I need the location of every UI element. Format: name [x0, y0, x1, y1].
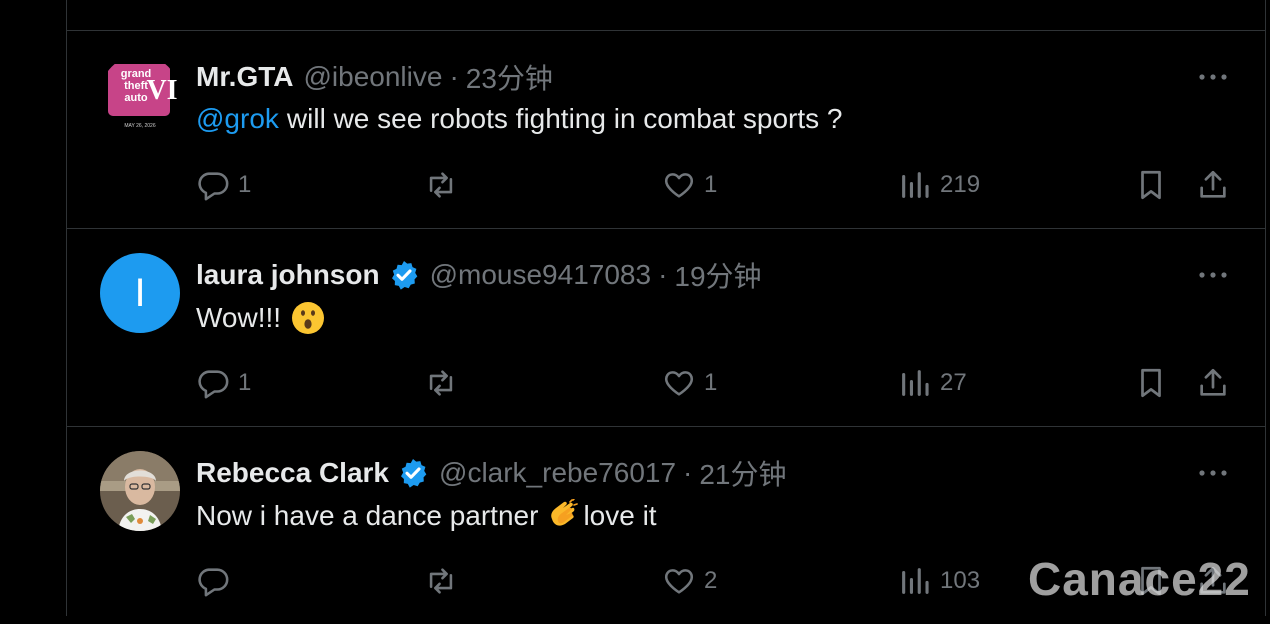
more-icon[interactable]: [1197, 269, 1229, 281]
avatar[interactable]: grand theft auto VI MAY 26, 2026: [100, 55, 180, 135]
views-button[interactable]: 219: [898, 167, 980, 203]
bookmark-button[interactable]: [1134, 167, 1168, 203]
timestamp[interactable]: 21分钟: [699, 453, 786, 493]
bookmark-button[interactable]: [1134, 365, 1168, 401]
bookmark-icon: [1141, 170, 1161, 200]
reply-button[interactable]: [196, 563, 238, 599]
svg-text:auto: auto: [124, 92, 148, 104]
more-icon[interactable]: [1197, 467, 1229, 479]
reply-icon: [198, 568, 229, 597]
clapping-hands-emoji-icon: [551, 499, 579, 526]
timestamp[interactable]: 23分钟: [466, 57, 553, 97]
reply-button[interactable]: 1: [196, 167, 251, 203]
tweet-body: Wow!!!: [196, 302, 282, 333]
author-name[interactable]: Mr.GTA: [196, 61, 293, 93]
view-count: 27: [940, 369, 967, 396]
heart-icon: [664, 173, 694, 198]
reply-button[interactable]: 1: [196, 365, 251, 401]
svg-text:VI: VI: [146, 75, 177, 106]
view-count: 219: [940, 171, 981, 198]
bookmark-icon: [1141, 368, 1161, 398]
gta-vi-logo-avatar: grand theft auto VI MAY 26, 2026: [100, 55, 180, 135]
svg-text:theft: theft: [124, 80, 148, 92]
share-icon-partial[interactable]: [1143, 0, 1169, 2]
tweet-text: Wow!!!: [196, 301, 328, 335]
view-count: 103: [940, 567, 981, 594]
svg-text:MAY 26, 2026: MAY 26, 2026: [124, 123, 155, 129]
astonished-face-emoji-icon: [292, 302, 325, 334]
author-handle[interactable]: @mouse9417083: [430, 259, 651, 291]
views-icon: [902, 568, 929, 594]
reply-count: 1: [238, 171, 252, 198]
verified-badge-icon[interactable]: [388, 259, 420, 291]
tweet-header: Rebecca Clark @clark_rebe76017 · 21分钟: [196, 455, 787, 491]
like-count: 1: [704, 171, 718, 198]
tweet-body: Now i have a dance partner: [196, 500, 539, 531]
timestamp[interactable]: 19分钟: [674, 255, 761, 295]
tweet-body-continued: love it: [583, 500, 657, 531]
views-button[interactable]: 103: [898, 563, 980, 599]
tweet-laura-johnson[interactable]: I laura johnson @mouse9417083 · 19分钟 Wow…: [67, 229, 1265, 426]
mention-link[interactable]: @grok: [196, 103, 279, 135]
tweet-body: will we see robots fighting in combat sp…: [286, 103, 843, 134]
reply-icon: [198, 370, 229, 399]
verified-badge-icon[interactable]: [397, 457, 429, 489]
tweet-text: Now i have a dance partner love it: [196, 499, 657, 533]
like-count: 1: [704, 369, 718, 396]
tweet-header: laura johnson @mouse9417083 · 19分钟: [196, 257, 762, 293]
timeline: grand theft auto VI MAY 26, 2026 Mr.GTA …: [66, 0, 1266, 616]
separator-dot: ·: [658, 259, 668, 290]
retweet-button[interactable]: [424, 167, 466, 203]
heart-icon: [664, 569, 694, 594]
watermark: Canace22: [1028, 553, 1251, 605]
author-handle[interactable]: @clark_rebe76017: [439, 457, 676, 489]
share-button[interactable]: [1196, 365, 1230, 401]
retweet-icon: [429, 172, 453, 198]
profile-photo-avatar: [100, 451, 180, 531]
action-bar: 1 1 219: [196, 167, 1246, 203]
tweet-text: @grok will we see robots fighting in com…: [196, 103, 843, 135]
like-button[interactable]: 2: [662, 563, 717, 599]
views-icon: [902, 370, 929, 396]
separator-dot: ·: [449, 61, 459, 92]
retweet-icon: [429, 370, 453, 396]
avatar[interactable]: I: [100, 253, 180, 333]
retweet-icon: [429, 568, 453, 594]
separator-dot: ·: [683, 457, 693, 488]
reply-count: 1: [238, 369, 252, 396]
avatar[interactable]: [100, 451, 180, 531]
share-button[interactable]: [1196, 167, 1230, 203]
author-handle[interactable]: @ibeonlive: [303, 61, 442, 93]
retweet-button[interactable]: [424, 365, 466, 401]
reply-icon: [198, 172, 229, 201]
retweet-button[interactable]: [424, 563, 466, 599]
share-icon: [1200, 170, 1226, 198]
heart-icon: [664, 371, 694, 396]
views-button[interactable]: 27: [898, 365, 967, 401]
tweet-header: Mr.GTA @ibeonlive · 23分钟: [196, 59, 553, 95]
like-count: 2: [704, 567, 718, 594]
tweet-mr-gta[interactable]: grand theft auto VI MAY 26, 2026 Mr.GTA …: [67, 31, 1265, 228]
more-icon[interactable]: [1197, 71, 1229, 83]
action-bar: 1 1 27: [196, 365, 1246, 401]
author-name[interactable]: laura johnson: [196, 259, 380, 291]
share-icon: [1200, 368, 1226, 396]
like-button[interactable]: 1: [662, 365, 717, 401]
author-name[interactable]: Rebecca Clark: [196, 457, 389, 489]
views-icon: [902, 172, 929, 198]
like-button[interactable]: 1: [662, 167, 717, 203]
